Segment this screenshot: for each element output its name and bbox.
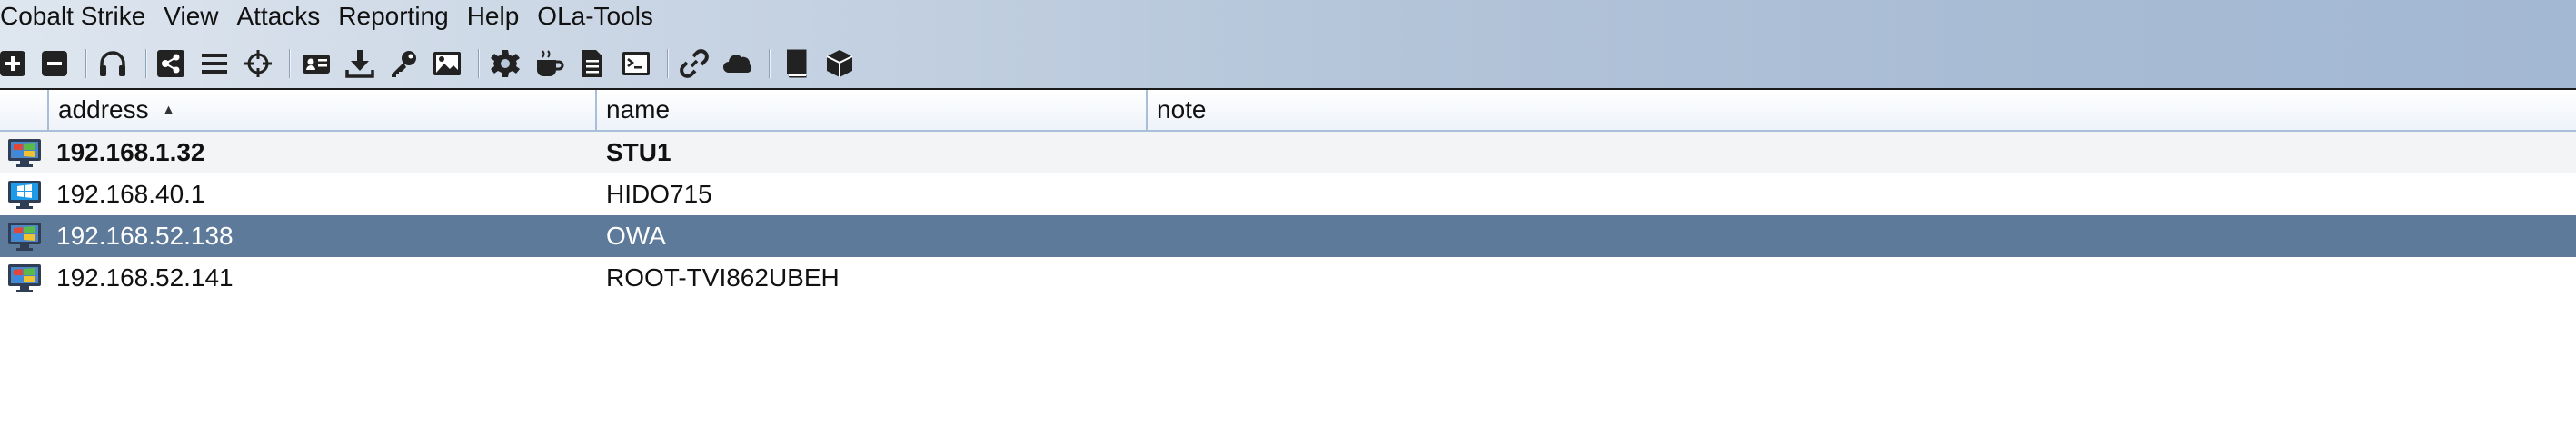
java-signed-applet-button[interactable]: [531, 44, 567, 84]
terminal-icon: [622, 52, 650, 75]
menu-view[interactable]: View: [154, 0, 227, 33]
crosshair-icon: [244, 50, 272, 77]
aggressor-scripts-button[interactable]: [821, 44, 858, 84]
keystrokes-button[interactable]: [385, 44, 422, 84]
table-header: address ▲ name note: [0, 90, 2576, 132]
coffee-icon: [537, 50, 564, 76]
sort-ascending-icon: ▲: [161, 103, 176, 118]
toolbar-separator: [145, 49, 147, 78]
toolbar-separator: [85, 49, 87, 78]
table-body: 192.168.1.32 STU1 192.168.40.1 HIDO715 192.1…: [0, 132, 2576, 299]
table-row[interactable]: 192.168.52.141 ROOT-TVI862UBEH: [0, 257, 2576, 299]
cloud-icon: [723, 55, 752, 73]
table-row[interactable]: 192.168.1.32 STU1: [0, 132, 2576, 173]
book-icon: [787, 49, 807, 78]
image-icon: [433, 52, 461, 75]
column-header-label: name: [606, 95, 671, 124]
column-header-icon[interactable]: [0, 90, 49, 130]
new-connection-button[interactable]: [0, 44, 31, 84]
toolbar-separator: [667, 49, 669, 78]
address-cell: 192.168.1.32: [56, 138, 205, 166]
windows-host-icon: [0, 132, 49, 173]
pivot-graph-icon: [157, 50, 184, 77]
column-header-label: address: [58, 95, 149, 124]
name-cell: OWA: [606, 222, 666, 250]
list-icon: [202, 54, 227, 74]
credentials-button[interactable]: [298, 44, 334, 84]
menu-help[interactable]: Help: [458, 0, 529, 33]
documentation-button[interactable]: [778, 44, 814, 84]
cube-icon: [826, 50, 853, 77]
document-icon: [582, 50, 602, 77]
disconnect-button[interactable]: [36, 44, 73, 84]
name-cell: ROOT-TVI862UBEH: [606, 263, 840, 292]
minus-icon: [42, 51, 67, 76]
address-cell: 192.168.52.141: [56, 263, 234, 292]
headphones-icon: [100, 51, 125, 76]
windows-host-icon: [0, 215, 49, 257]
gear-icon: [491, 50, 520, 77]
menu-bar: Cobalt Strike View Attacks Reporting Hel…: [0, 0, 662, 33]
column-header-address[interactable]: address ▲: [49, 90, 597, 130]
table-row[interactable]: 192.168.40.1 HIDO715: [0, 173, 2576, 215]
listeners-button[interactable]: [94, 44, 131, 84]
targets-button[interactable]: [240, 44, 276, 84]
cloud-strike-button[interactable]: [720, 44, 756, 84]
column-header-name[interactable]: name: [597, 90, 1148, 130]
plus-icon: [0, 51, 25, 76]
table-row[interactable]: 192.168.52.138 OWA: [0, 215, 2576, 257]
window-chrome: Cobalt Strike View Attacks Reporting Hel…: [0, 0, 2576, 90]
column-header-note[interactable]: note: [1148, 90, 2576, 130]
credentials-icon: [303, 55, 330, 74]
targets-table: address ▲ name note 192.168.1.32 STU1 192.1…: [0, 90, 2576, 299]
web-delivery-button[interactable]: [618, 44, 654, 84]
address-cell: 192.168.40.1: [56, 180, 205, 208]
toolbar-separator: [289, 49, 291, 78]
toolbar-separator: [769, 49, 771, 78]
menu-cobalt-strike[interactable]: Cobalt Strike: [0, 0, 154, 33]
menu-ola-tools[interactable]: OLa-Tools: [528, 0, 662, 33]
pivot-graph-button[interactable]: [153, 44, 189, 84]
ms-office-macro-button[interactable]: [574, 44, 611, 84]
key-icon: [392, 51, 416, 77]
name-cell: HIDO715: [606, 180, 712, 208]
toolbar-separator: [478, 49, 480, 78]
generate-payload-button[interactable]: [487, 44, 523, 84]
manage-web-server-button[interactable]: [676, 44, 712, 84]
link-icon: [680, 49, 709, 78]
session-table-button[interactable]: [196, 44, 233, 84]
address-cell: 192.168.52.138: [56, 222, 234, 250]
menu-attacks[interactable]: Attacks: [227, 0, 329, 33]
toolbar: [0, 44, 2576, 84]
column-header-label: note: [1157, 95, 1207, 124]
windows10-host-icon: [0, 173, 49, 215]
name-cell: STU1: [606, 138, 671, 166]
screenshots-button[interactable]: [429, 44, 465, 84]
menu-reporting[interactable]: Reporting: [329, 0, 457, 33]
download-icon: [345, 50, 374, 78]
windows-host-icon: [0, 257, 49, 299]
downloads-button[interactable]: [342, 44, 378, 84]
